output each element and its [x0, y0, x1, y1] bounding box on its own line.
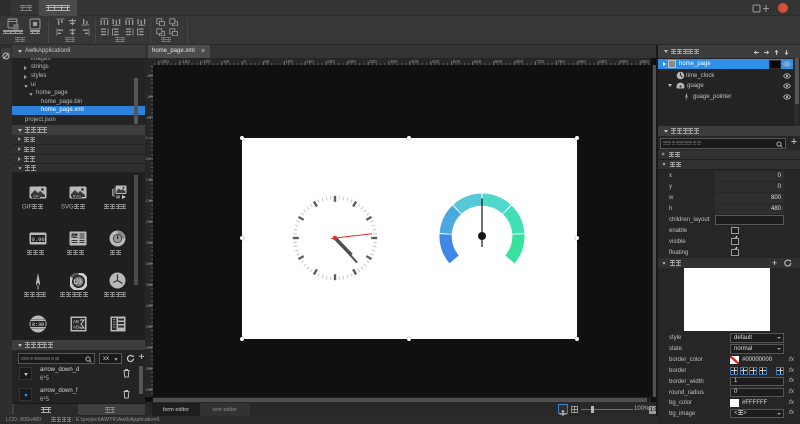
- svg-text:123: 123: [73, 280, 82, 286]
- svg-text:GIF: GIF: [33, 194, 40, 199]
- svg-text:AB: AB: [73, 325, 79, 330]
- svg-text:SVG: SVG: [73, 194, 81, 199]
- svg-text:AB: AB: [73, 319, 79, 324]
- svg-text:8:30: 8:30: [32, 322, 44, 328]
- svg-text:0.00: 0.00: [32, 236, 45, 243]
